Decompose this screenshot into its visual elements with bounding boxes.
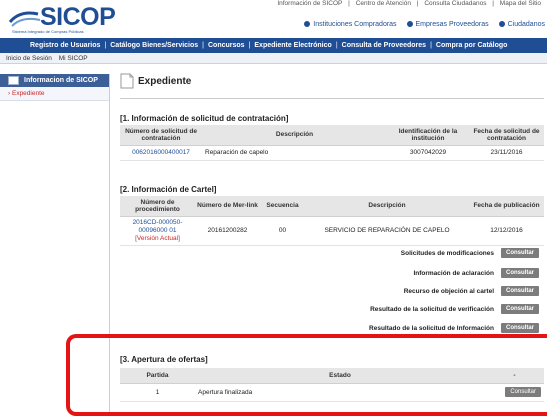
nav-separator: | bbox=[248, 42, 251, 49]
consultar-button[interactable]: Consultar bbox=[500, 248, 539, 258]
table-cell: SERVICIO DE REPARACIÓN DE CAPELO bbox=[305, 216, 469, 246]
logo-text: SICOP bbox=[40, 3, 116, 31]
consultar-button[interactable]: Consultar bbox=[500, 268, 539, 278]
table-cell: Reparación de capelo bbox=[202, 145, 387, 161]
column-header: Estado bbox=[195, 368, 485, 384]
column-header: Partida bbox=[120, 368, 195, 384]
nav-concursos[interactable]: Concursos bbox=[208, 42, 245, 49]
subnav-mi-sicop[interactable]: Mi SICOP bbox=[59, 55, 88, 62]
table-cell: 00 bbox=[260, 216, 305, 246]
section1-table: Número de solicitud de contratación Desc… bbox=[120, 125, 544, 161]
column-header: Descripción bbox=[305, 196, 469, 217]
window-icon bbox=[8, 76, 19, 85]
nav-separator: | bbox=[202, 42, 204, 49]
table-header-row: Número de procedimiento Número de Mer-li… bbox=[120, 196, 544, 217]
bullet-icon bbox=[498, 21, 505, 27]
consultar-button[interactable]: Consultar bbox=[500, 323, 539, 333]
consultar-button[interactable]: Consultar bbox=[500, 304, 539, 314]
extra-label: Recurso de objeción al cartel bbox=[403, 288, 494, 295]
sicop-logo[interactable]: SICOP Sistema Integrado de Compras Públi… bbox=[4, 2, 134, 36]
shortcut-instituciones[interactable]: Instituciones Compradoras bbox=[304, 21, 397, 28]
nav-separator: | bbox=[104, 42, 107, 49]
table-cell: 20161200282 bbox=[195, 216, 260, 246]
top-link-mapa[interactable]: Mapa del Sitio bbox=[500, 0, 541, 7]
nav-separator: | bbox=[335, 42, 338, 49]
top-link-sep: | bbox=[348, 0, 350, 7]
site-header: SICOP Sistema Integrado de Compras Públi… bbox=[0, 0, 547, 38]
nav-catalogo[interactable]: Catálogo Bienes/Servicios bbox=[110, 42, 198, 49]
section3-title: [3. Apertura de ofertas] bbox=[120, 355, 208, 364]
shortcut-label: Ciudadanos bbox=[507, 21, 545, 28]
extra-label: Solicitudes de modificaciones bbox=[400, 250, 494, 257]
table-cell: 12/12/2016 bbox=[469, 216, 544, 246]
main-nav: Registro de Usuarios | Catálogo Bienes/Ser… bbox=[0, 38, 547, 53]
shortcut-ciudadanos[interactable]: Ciudadanos bbox=[498, 21, 545, 28]
column-header: Número de solicitud de contratación bbox=[120, 125, 202, 146]
extra-label: Resultado de la solicitud de verificació… bbox=[370, 306, 494, 313]
section2-table: Número de procedimiento Número de Mer-li… bbox=[120, 196, 544, 246]
extra-label: Resultado de la solicitud de Información bbox=[369, 325, 494, 332]
procedimiento-link[interactable]: 2016CD-000050-00096000 01 bbox=[123, 219, 192, 235]
column-header: Descripción bbox=[202, 125, 387, 146]
document-icon bbox=[120, 73, 134, 89]
section1-title: [1. Información de solicitud de contrata… bbox=[120, 114, 289, 123]
table-cell: Apertura finalizada bbox=[195, 383, 485, 402]
procedimiento-cell: 2016CD-000050-00096000 01 [Versión Actua… bbox=[120, 216, 195, 246]
column-header: Fecha de solicitud de contratación bbox=[469, 125, 544, 146]
table-header-row: Partida Estado - bbox=[120, 368, 544, 384]
nav-separator: | bbox=[430, 42, 432, 49]
page-title: Expediente bbox=[138, 76, 192, 87]
bullet-icon bbox=[304, 21, 311, 27]
extra-label: Información de aclaración bbox=[413, 270, 494, 277]
table-row: 1 Apertura finalizada Consultar bbox=[120, 383, 544, 402]
sidebar-item-expediente[interactable]: › Expediente bbox=[0, 87, 109, 101]
consultar-button[interactable]: Consultar bbox=[500, 286, 539, 296]
section2-title: [2. Información de Cartel] bbox=[120, 185, 217, 194]
sidebar-header: Informacion de SICOP bbox=[0, 74, 109, 87]
nav-expediente[interactable]: Expediente Electrónico bbox=[254, 42, 331, 49]
bullet-icon bbox=[406, 21, 413, 27]
table-cell: Consultar bbox=[485, 383, 544, 402]
column-header: Número de Mer-link bbox=[195, 196, 260, 217]
table-row: 0062016000400017 Reparación de capelo 30… bbox=[120, 145, 544, 161]
sidebar-item-label: Expediente bbox=[11, 90, 45, 97]
table-cell: 3007042029 bbox=[387, 145, 469, 161]
solicitud-link[interactable]: 0062016000400017 bbox=[120, 145, 202, 161]
top-links: Información de SICOP | Centro de Atenció… bbox=[275, 0, 543, 7]
logo-swoosh-icon bbox=[8, 11, 41, 27]
top-link-sep: | bbox=[492, 0, 494, 7]
sidebar: Informacion de SICOP › Expediente bbox=[0, 74, 110, 416]
sub-nav: Inicio de Sesión Mi SICOP bbox=[0, 53, 547, 64]
shortcut-empresas[interactable]: Empresas Proveedoras bbox=[406, 21, 489, 28]
top-link-info[interactable]: Información de SICOP bbox=[277, 0, 342, 7]
nav-compra-catalogo[interactable]: Compra por Catálogo bbox=[436, 42, 508, 49]
nav-registro[interactable]: Registro de Usuarios bbox=[30, 42, 100, 49]
shortcut-label: Empresas Proveedoras bbox=[415, 21, 489, 28]
sidebar-title: Informacion de SICOP bbox=[24, 77, 98, 84]
table-cell: 1 bbox=[120, 383, 195, 402]
column-header: Número de procedimiento bbox=[120, 196, 195, 217]
column-header: Fecha de publicación bbox=[469, 196, 544, 217]
subnav-login[interactable]: Inicio de Sesión bbox=[6, 55, 52, 62]
top-link-consulta[interactable]: Consulta Ciudadanos bbox=[424, 0, 486, 7]
section3-table: Partida Estado - 1 Apertura finalizada C… bbox=[120, 368, 544, 402]
version-label: [Versión Actual] bbox=[135, 234, 180, 242]
column-header: - bbox=[485, 368, 544, 384]
table-header-row: Número de solicitud de contratación Desc… bbox=[120, 125, 544, 146]
top-link-centro[interactable]: Centro de Atención bbox=[356, 0, 411, 7]
shortcut-label: Instituciones Compradoras bbox=[313, 21, 397, 28]
nav-proveedores[interactable]: Consulta de Proveedores bbox=[342, 42, 426, 49]
column-header: Identificación de la institución bbox=[387, 125, 469, 146]
column-header: Secuencia bbox=[260, 196, 305, 217]
top-link-sep: | bbox=[416, 0, 419, 7]
table-cell: 23/11/2016 bbox=[469, 145, 544, 161]
logo-subtitle: Sistema Integrado de Compras Públicas bbox=[12, 29, 84, 34]
shortcut-links: Instituciones Compradoras Empresas Prove… bbox=[296, 21, 545, 28]
title-divider bbox=[120, 98, 544, 99]
table-row: 2016CD-000050-00096000 01 [Versión Actua… bbox=[120, 216, 544, 246]
consultar-button[interactable]: Consultar bbox=[505, 387, 541, 397]
